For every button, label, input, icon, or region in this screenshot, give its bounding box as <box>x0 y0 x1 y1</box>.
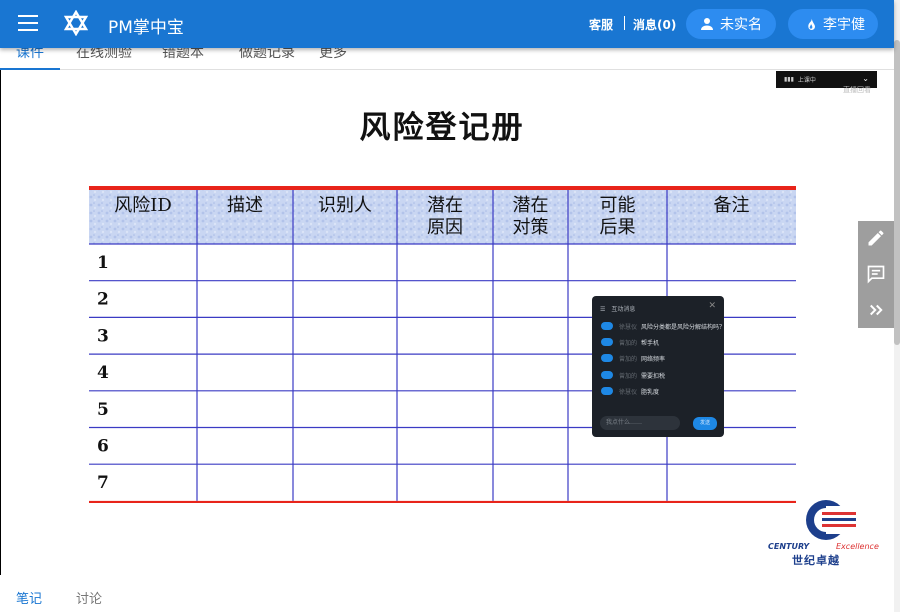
page-scrollbar[interactable] <box>894 0 900 612</box>
top-red-rule <box>89 186 796 190</box>
logo-text-cn: 世纪卓越 <box>792 554 840 567</box>
tab-discussion[interactable]: 讨论 <box>76 588 102 607</box>
role-badge <box>601 338 613 346</box>
role-badge <box>601 371 613 379</box>
column-header: 识别人 <box>318 195 372 216</box>
chevron-down-icon[interactable]: ⌄ <box>862 74 869 83</box>
bottom-tabs: 笔记 讨论 <box>0 578 894 612</box>
row-id: 7 <box>97 473 109 493</box>
live-status-label: 上课中 <box>797 77 816 84</box>
star-of-david-icon[interactable] <box>64 10 88 36</box>
course-tabs: 课件 在线测验 错题本 做题记录 更多 <box>0 45 894 70</box>
signal-icon: ▮▮▮ <box>784 76 794 83</box>
row-id: 2 <box>97 290 109 310</box>
chat-message: 曾加的 帮手机 <box>601 337 659 347</box>
column-header: 可能 <box>600 195 636 216</box>
chat-message: 曾加的 网络频率 <box>601 353 665 363</box>
watermark-text: 直播回看 <box>843 86 871 94</box>
bottom-red-rule <box>89 500 796 503</box>
column-header: 原因 <box>427 217 463 238</box>
send-button[interactable]: 发送 <box>693 417 717 430</box>
chat-message: 曾加的 需要扣税 <box>601 370 665 380</box>
century-logo-mark-icon <box>806 500 856 540</box>
column-header: 备注 <box>714 195 750 216</box>
user-name: 李宇健 <box>823 17 865 33</box>
row-id: 6 <box>97 437 109 457</box>
double-chevron-right-icon[interactable] <box>858 293 894 327</box>
role-badge <box>601 354 613 362</box>
pencil-icon[interactable] <box>858 221 894 255</box>
list-icon: ☰ <box>600 306 606 313</box>
chat-title: 互动消息 <box>611 306 636 313</box>
header-divider <box>624 16 625 30</box>
close-icon[interactable]: ✕ <box>708 301 716 311</box>
row-id: 5 <box>97 400 109 420</box>
row-id: 1 <box>97 253 109 273</box>
messages-link[interactable]: 消息(0) <box>633 16 676 33</box>
user-button[interactable]: 李宇健 <box>788 9 878 39</box>
slide-title: 风险登记册 <box>359 110 525 146</box>
row-id: 4 <box>97 363 109 383</box>
role-badge <box>601 387 613 395</box>
logo-text-en-2: Excellence <box>836 542 879 551</box>
comment-icon[interactable] <box>858 257 894 291</box>
column-header: 潜在 <box>513 195 549 216</box>
customer-service-link[interactable]: 客服 <box>589 16 613 33</box>
interactive-message-panel: ☰ 互动消息 ✕ 徐慧仪 风险分类都是风险分解结构吗？ 曾加的 帮手机 曾加的 网络频… <box>592 296 725 437</box>
chat-input[interactable]: 我点什么…… <box>600 416 680 430</box>
person-icon <box>701 18 713 30</box>
column-header: 对策 <box>513 217 549 238</box>
verify-button[interactable]: 未实名 <box>686 9 776 39</box>
row-id: 3 <box>97 326 109 346</box>
role-badge <box>601 322 613 330</box>
menu-icon[interactable] <box>18 15 38 33</box>
verify-button-label: 未实名 <box>720 17 762 33</box>
app-title: PM掌中宝 <box>108 18 184 38</box>
logo-text-en: CENTURY <box>768 542 810 551</box>
side-toolbar <box>858 221 894 328</box>
column-header: 潜在 <box>427 195 463 216</box>
top-app-bar: PM掌中宝 客服 消息(0) 未实名 李宇健 <box>0 0 894 48</box>
chat-message: 徐慧仪 脂乳度 <box>601 386 659 396</box>
column-header: 描述 <box>227 195 263 216</box>
flame-icon <box>808 17 815 30</box>
century-excellence-logo: CENTURY Excellence 世纪卓越 <box>768 498 888 567</box>
chat-message: 徐慧仪 风险分类都是风险分解结构吗？ <box>601 321 725 331</box>
chat-header: ☰ 互动消息 <box>600 304 635 313</box>
scrollbar-thumb[interactable] <box>894 40 900 345</box>
column-header: 后果 <box>600 217 636 238</box>
tab-notes[interactable]: 笔记 <box>16 588 42 607</box>
column-header: 风险ID <box>114 195 172 216</box>
